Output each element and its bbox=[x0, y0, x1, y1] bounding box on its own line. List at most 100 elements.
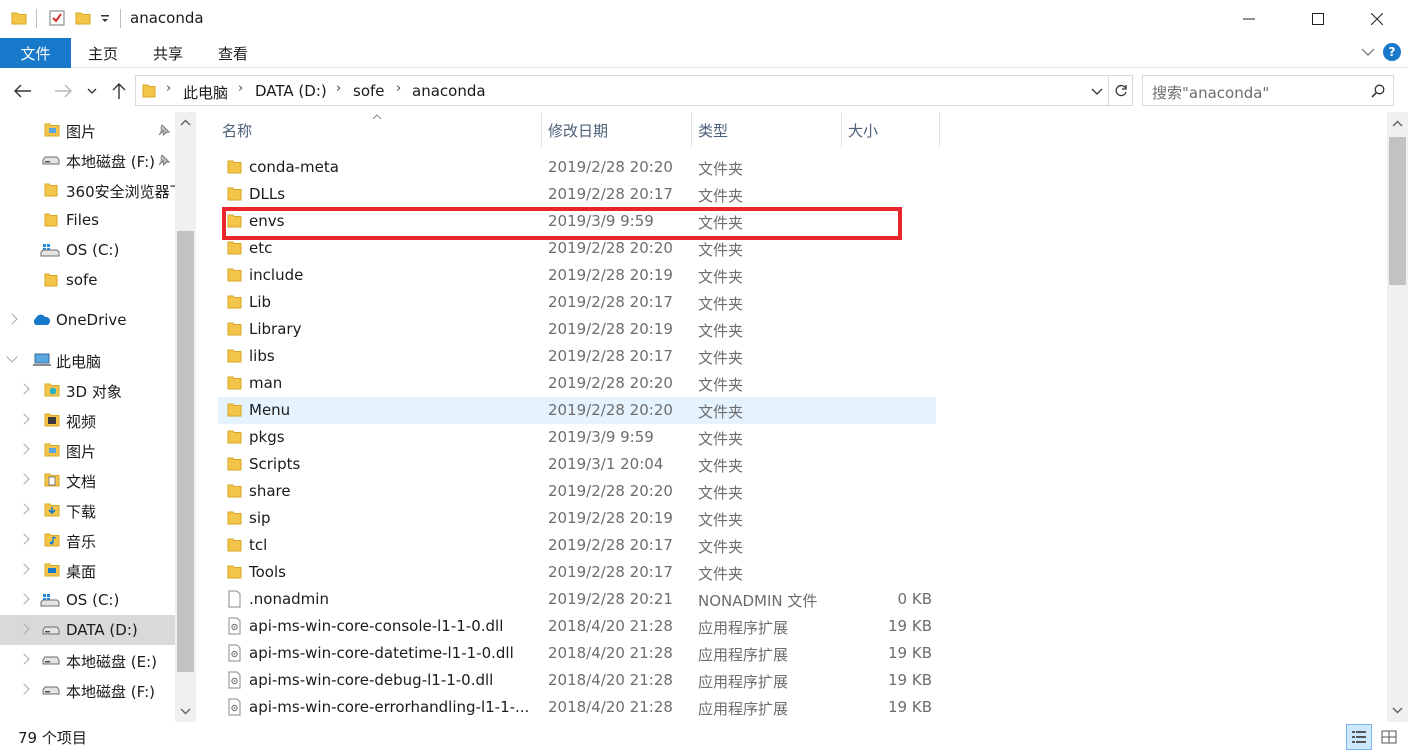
windows-drive-icon bbox=[40, 244, 60, 257]
expand-chevron-icon[interactable] bbox=[18, 563, 30, 575]
breadcrumb-sofe[interactable]: sofe bbox=[353, 82, 385, 100]
nav-item-desktop[interactable]: 桌面 bbox=[0, 555, 175, 585]
file-row[interactable]: Tools 2019/2/28 20:17 文件夹 bbox=[218, 559, 936, 586]
help-icon[interactable]: ? bbox=[1383, 43, 1401, 61]
expand-chevron-icon[interactable] bbox=[18, 623, 30, 635]
nav-item-pictures-pinned[interactable]: 图片 bbox=[0, 115, 175, 145]
breadcrumb-separator-icon[interactable]: › bbox=[166, 81, 171, 96]
tab-home[interactable]: 主页 bbox=[78, 38, 128, 68]
nav-item-videos[interactable]: 视频 bbox=[0, 405, 175, 435]
nav-item-onedrive[interactable]: OneDrive bbox=[0, 305, 175, 335]
nav-item-files[interactable]: Files bbox=[0, 205, 175, 235]
expand-chevron-icon[interactable] bbox=[6, 313, 18, 325]
nav-item-documents[interactable]: 文档 bbox=[0, 465, 175, 495]
file-list-scrollbar[interactable] bbox=[1387, 112, 1408, 722]
file-row[interactable]: api-ms-win-core-debug-l1-1-0.dll 2018/4/2… bbox=[218, 667, 936, 694]
file-row[interactable]: libs 2019/2/28 20:17 文件夹 bbox=[218, 343, 936, 370]
refresh-button[interactable] bbox=[1109, 75, 1133, 106]
minimize-button[interactable] bbox=[1226, 0, 1272, 38]
search-icon[interactable] bbox=[1371, 84, 1385, 98]
tab-file[interactable]: 文件 bbox=[0, 38, 71, 68]
nav-item-local-disk-e[interactable]: 本地磁盘 (E:) bbox=[0, 645, 175, 675]
file-row[interactable]: Lib 2019/2/28 20:17 文件夹 bbox=[218, 289, 936, 316]
search-input[interactable]: 搜索"anaconda" bbox=[1142, 75, 1394, 106]
pin-icon[interactable] bbox=[158, 124, 170, 136]
file-row[interactable]: include 2019/2/28 20:19 文件夹 bbox=[218, 262, 936, 289]
back-button[interactable] bbox=[12, 80, 34, 102]
pin-icon[interactable] bbox=[158, 154, 170, 166]
expand-chevron-icon[interactable] bbox=[18, 593, 30, 605]
file-list-scrollbar-thumb[interactable] bbox=[1389, 137, 1406, 285]
file-row[interactable]: share 2019/2/28 20:20 文件夹 bbox=[218, 478, 936, 505]
forward-button[interactable] bbox=[52, 80, 74, 102]
nav-scrollbar-thumb[interactable] bbox=[177, 231, 194, 672]
properties-icon[interactable] bbox=[48, 9, 66, 27]
large-icons-view-button[interactable] bbox=[1376, 724, 1402, 750]
file-row[interactable]: Menu 2019/2/28 20:20 文件夹 bbox=[218, 397, 936, 424]
recent-locations-button[interactable] bbox=[84, 80, 100, 102]
nav-item-os-c-quick[interactable]: OS (C:) bbox=[0, 235, 175, 265]
file-modified-date: 2019/2/28 20:19 bbox=[548, 509, 673, 527]
file-row[interactable]: api-ms-win-core-errorhandling-l1-1-... 20… bbox=[218, 694, 936, 721]
file-row[interactable]: sip 2019/2/28 20:19 文件夹 bbox=[218, 505, 936, 532]
file-row[interactable]: conda-meta 2019/2/28 20:20 文件夹 bbox=[218, 154, 936, 181]
file-name: api-ms-win-core-errorhandling-l1-1-... bbox=[249, 698, 530, 716]
details-view-button[interactable] bbox=[1346, 724, 1372, 750]
nav-item-os-c[interactable]: OS (C:) bbox=[0, 585, 175, 615]
breadcrumb-separator-icon[interactable]: › bbox=[238, 81, 243, 96]
file-row[interactable]: pkgs 2019/3/9 9:59 文件夹 bbox=[218, 424, 936, 451]
nav-item-local-disk-f-pinned[interactable]: 本地磁盘 (F:) bbox=[0, 145, 175, 175]
folder-icon[interactable] bbox=[10, 9, 28, 27]
nav-item-this-pc[interactable]: 此电脑 bbox=[0, 345, 175, 375]
tab-view[interactable]: 查看 bbox=[208, 38, 258, 68]
file-row[interactable]: Scripts 2019/3/1 20:04 文件夹 bbox=[218, 451, 936, 478]
customize-toolbar-dropdown-icon[interactable] bbox=[100, 14, 110, 24]
scroll-down-arrow-icon[interactable] bbox=[180, 707, 191, 715]
nav-item-data-d[interactable]: DATA (D:) bbox=[0, 615, 175, 645]
breadcrumb-separator-icon[interactable]: › bbox=[396, 81, 401, 96]
file-row[interactable]: api-ms-win-core-console-l1-1-0.dll 2018/4… bbox=[218, 613, 936, 640]
breadcrumb-data-drive[interactable]: DATA (D:) bbox=[255, 82, 327, 100]
nav-item-downloads[interactable]: 下载 bbox=[0, 495, 175, 525]
expand-chevron-icon[interactable] bbox=[18, 533, 30, 545]
tab-share[interactable]: 共享 bbox=[143, 38, 193, 68]
scroll-up-arrow-icon[interactable] bbox=[1392, 120, 1403, 128]
breadcrumb-anaconda[interactable]: anaconda bbox=[412, 82, 486, 100]
maximize-button[interactable] bbox=[1295, 0, 1341, 38]
file-row[interactable]: .nonadmin 2019/2/28 20:21 NONADMIN 文件 0 KB bbox=[218, 586, 936, 613]
breadcrumb-separator-icon[interactable]: › bbox=[336, 81, 341, 96]
expand-chevron-icon[interactable] bbox=[18, 653, 30, 665]
expand-chevron-icon[interactable] bbox=[18, 473, 30, 485]
breadcrumb-this-pc[interactable]: 此电脑 bbox=[183, 82, 228, 103]
file-row[interactable]: tcl 2019/2/28 20:17 文件夹 bbox=[218, 532, 936, 559]
close-button[interactable] bbox=[1354, 0, 1400, 38]
nav-item-360-browser[interactable]: 360安全浏览器下 bbox=[0, 175, 185, 205]
nav-scrollbar[interactable] bbox=[175, 112, 196, 722]
nav-item-local-disk-f[interactable]: 本地磁盘 (F:) bbox=[0, 675, 175, 705]
nav-item-3d-objects[interactable]: 3D 对象 bbox=[0, 375, 175, 405]
expand-chevron-icon[interactable] bbox=[18, 413, 30, 425]
column-header-date[interactable]: 修改日期 bbox=[544, 112, 692, 148]
new-folder-icon[interactable] bbox=[74, 9, 92, 27]
file-row[interactable]: api-ms-win-core-datetime-l1-1-0.dll 2018/… bbox=[218, 640, 936, 667]
file-row[interactable]: DLLs 2019/2/28 20:17 文件夹 bbox=[218, 181, 936, 208]
scroll-up-arrow-icon[interactable] bbox=[180, 119, 191, 127]
collapse-chevron-icon[interactable] bbox=[6, 351, 18, 363]
column-header-name[interactable]: 名称 bbox=[218, 112, 542, 148]
expand-chevron-icon[interactable] bbox=[18, 443, 30, 455]
nav-item-pictures[interactable]: 图片 bbox=[0, 435, 175, 465]
expand-chevron-icon[interactable] bbox=[18, 383, 30, 395]
nav-item-sofe[interactable]: sofe bbox=[0, 265, 175, 295]
column-header-type[interactable]: 类型 bbox=[694, 112, 842, 148]
scroll-down-arrow-icon[interactable] bbox=[1392, 706, 1403, 714]
file-row[interactable]: man 2019/2/28 20:20 文件夹 bbox=[218, 370, 936, 397]
address-history-chevron-icon[interactable] bbox=[1091, 87, 1103, 96]
column-header-size[interactable]: 大小 bbox=[844, 112, 940, 148]
expand-chevron-icon[interactable] bbox=[18, 503, 30, 515]
nav-item-music[interactable]: 音乐 bbox=[0, 525, 175, 555]
address-bar[interactable]: › 此电脑 › DATA (D:) › sofe › anaconda bbox=[135, 75, 1109, 106]
up-button[interactable] bbox=[108, 80, 130, 102]
expand-chevron-icon[interactable] bbox=[18, 683, 30, 695]
expand-ribbon-icon[interactable] bbox=[1361, 47, 1375, 57]
file-row[interactable]: Library 2019/2/28 20:19 文件夹 bbox=[218, 316, 936, 343]
